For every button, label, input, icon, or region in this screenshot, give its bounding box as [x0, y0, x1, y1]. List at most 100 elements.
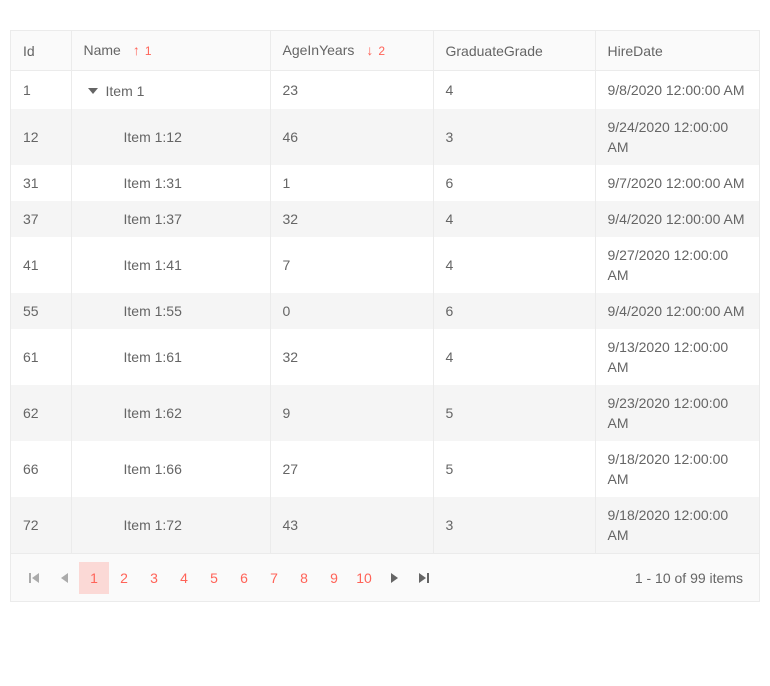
- table-row[interactable]: 66 Item 1:66 27 5 9/18/2020 12:00:00 AM: [11, 441, 759, 497]
- cell-graduategrade: 4: [432, 201, 595, 237]
- pager-page-button[interactable]: 10: [349, 562, 379, 594]
- cell-id: 55: [23, 303, 39, 319]
- pager-page-button[interactable]: 7: [259, 562, 289, 594]
- column-label: GraduateGrade: [445, 42, 543, 59]
- sort-order-badge: 1: [144, 44, 152, 58]
- item-name-label: Item 1: [105, 83, 145, 99]
- last-page-icon: [419, 572, 429, 583]
- cell-id: 31: [23, 175, 39, 191]
- cell-graduategrade: 3: [432, 109, 595, 165]
- cell-hiredate: 9/24/2020 12:00:00 AM: [594, 109, 759, 165]
- cell-graduategrade: 5: [432, 441, 595, 497]
- cell-ageinyears: 32: [269, 201, 433, 237]
- name-cell-content: Item 1:12: [84, 127, 182, 147]
- table-row[interactable]: 62 Item 1:62 9 5 9/23/2020 12:00:00 AM: [11, 385, 759, 441]
- cell-graduategrade: 6: [432, 165, 595, 201]
- cell-ageinyears: 32: [269, 329, 433, 385]
- item-name-label: Item 1:12: [123, 129, 182, 145]
- cell-ageinyears: 46: [269, 109, 433, 165]
- cell-name: Item 1:61: [70, 329, 270, 385]
- item-name-label: Item 1:62: [123, 405, 182, 421]
- column-header-ageinyears[interactable]: AgeInYears ↓ 2: [269, 31, 433, 71]
- cell-id: 37: [23, 211, 39, 227]
- table-row[interactable]: 55 Item 1:55 0 6 9/4/2020 12:00:00 AM: [11, 293, 759, 329]
- cell-name: Item 1:62: [70, 385, 270, 441]
- table-row[interactable]: 1 Item 1 23 4 9/8/2020 12:00:00 AM: [11, 70, 759, 109]
- pager-page-button[interactable]: 4: [169, 562, 199, 594]
- cell-graduategrade: 6: [432, 293, 595, 329]
- first-page-button[interactable]: [19, 562, 49, 594]
- table-row[interactable]: 41 Item 1:41 7 4 9/27/2020 12:00:00 AM: [11, 237, 759, 293]
- cell-graduategrade: 3: [432, 497, 595, 553]
- cell-ageinyears: 27: [269, 441, 433, 497]
- cell-graduategrade: 4: [432, 237, 595, 293]
- sort-desc-icon: ↓: [366, 42, 374, 58]
- prev-page-icon: [60, 572, 68, 583]
- item-name-label: Item 1:55: [123, 303, 182, 319]
- table-body: 1 Item 1 23 4 9/8/2020 12:00:00 AM 12 Item 1:1…: [11, 70, 759, 553]
- name-cell-content: Item 1:62: [84, 403, 182, 423]
- first-page-icon: [29, 572, 39, 583]
- item-name-label: Item 1:66: [123, 461, 182, 477]
- pager-page-button[interactable]: 3: [139, 562, 169, 594]
- cell-ageinyears: 1: [269, 165, 433, 201]
- cell-id: 66: [23, 461, 39, 477]
- name-cell-content: Item 1:61: [84, 347, 182, 367]
- cell-id: 72: [23, 517, 39, 533]
- cell-ageinyears: 23: [269, 70, 433, 109]
- cell-name: Item 1:72: [70, 497, 270, 553]
- next-page-icon: [390, 572, 398, 583]
- pager-page-button[interactable]: 9: [319, 562, 349, 594]
- cell-id: 1: [23, 82, 31, 98]
- cell-id: 62: [23, 405, 39, 421]
- item-name-label: Item 1:37: [123, 211, 182, 227]
- item-name-label: Item 1:72: [123, 517, 182, 533]
- column-label: Name: [83, 42, 121, 58]
- item-name-label: Item 1:41: [123, 257, 182, 273]
- cell-hiredate: 9/23/2020 12:00:00 AM: [594, 385, 759, 441]
- data-table: Id Name ↑ 1 AgeInYears ↓ 2 GraduateGrade Hir…: [11, 31, 759, 553]
- cell-ageinyears: 43: [269, 497, 433, 553]
- table-row[interactable]: 72 Item 1:72 43 3 9/18/2020 12:00:00 AM: [11, 497, 759, 553]
- collapse-icon[interactable]: [87, 88, 98, 94]
- cell-graduategrade: 4: [432, 329, 595, 385]
- name-cell-content: Item 1:41: [84, 255, 182, 275]
- column-header-graduategrade[interactable]: GraduateGrade: [432, 31, 595, 71]
- prev-page-button[interactable]: [49, 562, 79, 594]
- table-row[interactable]: 37 Item 1:37 32 4 9/4/2020 12:00:00 AM: [11, 201, 759, 237]
- pager-page-button[interactable]: 8: [289, 562, 319, 594]
- column-label: AgeInYears: [282, 42, 355, 58]
- item-name-label: Item 1:31: [123, 175, 182, 191]
- pager-page-button[interactable]: 1: [79, 561, 109, 594]
- table-row[interactable]: 12 Item 1:12 46 3 9/24/2020 12:00:00 AM: [11, 109, 759, 165]
- next-page-button[interactable]: [379, 562, 409, 594]
- pager-page-button[interactable]: 2: [109, 562, 139, 594]
- column-header-hiredate[interactable]: HireDate: [594, 31, 759, 71]
- table-row[interactable]: 31 Item 1:31 1 6 9/7/2020 12:00:00 AM: [11, 165, 759, 201]
- pager-page-button[interactable]: 5: [199, 562, 229, 594]
- column-label: HireDate: [607, 42, 663, 59]
- cell-hiredate: 9/4/2020 12:00:00 AM: [594, 201, 759, 237]
- name-cell-content: Item 1: [84, 81, 145, 101]
- cell-id: 61: [23, 349, 39, 365]
- table-row[interactable]: 61 Item 1:61 32 4 9/13/2020 12:00:00 AM: [11, 329, 759, 385]
- cell-hiredate: 9/27/2020 12:00:00 AM: [594, 237, 759, 293]
- last-page-button[interactable]: [409, 562, 439, 594]
- cell-hiredate: 9/4/2020 12:00:00 AM: [594, 293, 759, 329]
- cell-id: 41: [23, 257, 39, 273]
- cell-name: Item 1: [70, 70, 270, 109]
- cell-graduategrade: 5: [432, 385, 595, 441]
- column-header-name[interactable]: Name ↑ 1: [70, 31, 270, 71]
- cell-name: Item 1:12: [70, 109, 270, 165]
- name-cell-content: Item 1:37: [84, 209, 182, 229]
- pager-page-button[interactable]: 6: [229, 562, 259, 594]
- cell-hiredate: 9/18/2020 12:00:00 AM: [594, 497, 759, 553]
- cell-name: Item 1:37: [70, 201, 270, 237]
- name-cell-content: Item 1:55: [84, 301, 182, 321]
- cell-ageinyears: 7: [269, 237, 433, 293]
- page: Id Name ↑ 1 AgeInYears ↓ 2 GraduateGrade Hir…: [0, 30, 770, 686]
- column-header-id[interactable]: Id: [11, 31, 71, 71]
- sort-asc-icon: ↑: [132, 42, 140, 58]
- item-name-label: Item 1:61: [123, 349, 182, 365]
- cell-hiredate: 9/8/2020 12:00:00 AM: [594, 70, 759, 109]
